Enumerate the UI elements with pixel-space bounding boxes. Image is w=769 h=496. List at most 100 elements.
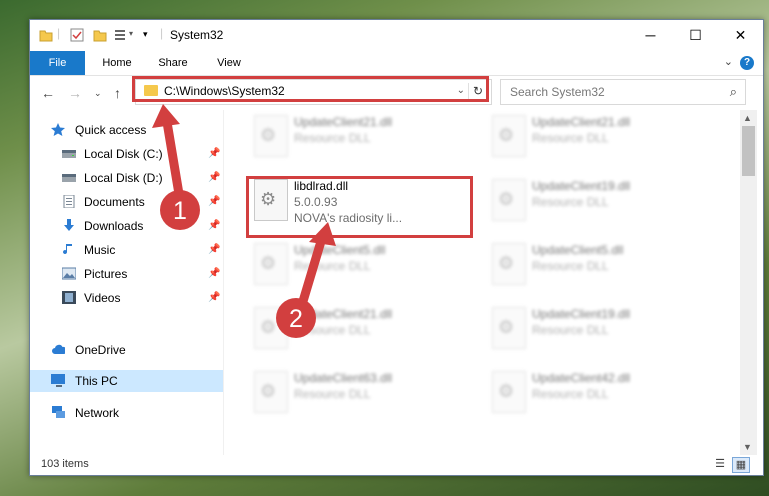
file-explorer-window: | ▾ ▾ | System32 ─ ☐ ✕ File Home Share V… [29, 19, 764, 476]
up-arrow-icon[interactable]: ↑ [114, 85, 121, 101]
minimize-button[interactable]: ─ [628, 20, 673, 51]
navigation-pane: Quick access Local Disk (C:) 📌 Local Dis… [30, 110, 223, 455]
tab-file[interactable]: File [30, 51, 85, 75]
sidebar-item-label: Downloads [84, 219, 144, 233]
sidebar-item-label: OneDrive [75, 343, 126, 357]
new-folder-icon[interactable] [93, 28, 107, 42]
computer-icon [51, 374, 65, 387]
file-name: UpdateClient21.dll [532, 115, 631, 129]
documents-icon [63, 195, 75, 208]
tab-home[interactable]: Home [92, 51, 142, 75]
quick-access-toolbar-dropdown-icon[interactable]: ▾ [143, 29, 148, 40]
file-name: UpdateClient63.dll [294, 371, 393, 385]
file-description: Resource DLL [294, 323, 371, 337]
pin-icon[interactable]: 📌 [208, 239, 220, 261]
file-description: Resource DLL [294, 387, 371, 401]
scroll-up-icon[interactable]: ▲ [743, 113, 752, 123]
forward-arrow-icon[interactable]: → [68, 85, 82, 101]
customize-toolbar-icon[interactable] [114, 28, 128, 42]
pin-icon[interactable]: 📌 [208, 143, 220, 165]
pin-icon[interactable]: 📌 [208, 191, 220, 213]
file-item[interactable]: ⚙ UpdateClient63.dll Resource DLL [244, 369, 464, 419]
sidebar-item-label: Network [75, 406, 120, 420]
file-description: Resource DLL [532, 195, 609, 209]
file-item[interactable]: ⚙ UpdateClient21.dll Resource DLL [244, 113, 464, 163]
pin-icon[interactable]: 📌 [208, 167, 220, 189]
file-item[interactable]: ⚙ UpdateClient5.dll Resource DLL [244, 241, 464, 291]
file-item-libdlrad[interactable]: ⚙ libdlrad.dll 5.0.0.93 NOVA's radiosity… [244, 177, 464, 227]
expand-ribbon-icon[interactable]: ⌄ [724, 55, 733, 68]
sidebar-item-quick-access[interactable]: Quick access [30, 119, 223, 141]
scroll-down-icon[interactable]: ▼ [743, 442, 752, 452]
search-box[interactable]: Search System32 ⌕ [500, 79, 746, 105]
sidebar-item-label: Documents [84, 195, 145, 209]
dll-file-icon: ⚙ [254, 115, 288, 157]
dll-file-icon: ⚙ [254, 243, 288, 285]
sidebar-item-label: Local Disk (C:) [84, 147, 163, 161]
file-name: UpdateClient21.dll [294, 307, 393, 321]
sidebar-item-local-disk-c[interactable]: Local Disk (C:) 📌 [30, 143, 223, 165]
search-icon[interactable]: ⌕ [730, 84, 737, 100]
file-item[interactable]: ⚙ UpdateClient19.dll Resource DLL [482, 177, 702, 227]
sidebar-item-local-disk-d[interactable]: Local Disk (D:) 📌 [30, 167, 223, 189]
videos-icon [62, 291, 76, 304]
dll-file-icon: ⚙ [492, 307, 526, 349]
file-name: libdlrad.dll [294, 179, 349, 193]
sidebar-item-network[interactable]: Network [30, 402, 223, 424]
drive-icon [62, 150, 76, 158]
help-button[interactable]: ? [740, 56, 754, 70]
sidebar-item-label: Music [84, 243, 116, 257]
pin-icon[interactable]: 📌 [208, 287, 220, 309]
address-path[interactable]: C:\Windows\System32 [164, 84, 285, 98]
sidebar-item-label: Pictures [84, 267, 128, 281]
recent-locations-icon[interactable]: ⌄ [94, 88, 102, 99]
file-description: Resource DLL [294, 259, 371, 273]
file-item[interactable]: ⚙ UpdateClient5.dll Resource DLL [482, 241, 702, 291]
properties-icon[interactable] [70, 28, 84, 42]
refresh-icon[interactable]: ↻ [468, 83, 487, 100]
file-description: Resource DLL [532, 259, 609, 273]
sidebar-item-this-pc[interactable]: This PC [30, 370, 223, 392]
scrollbar-thumb[interactable] [742, 126, 755, 176]
maximize-button[interactable]: ☐ [673, 20, 718, 51]
sidebar-item-music[interactable]: Music 📌 [30, 239, 223, 261]
chevron-down-icon[interactable]: ▾ [129, 29, 133, 38]
folder-icon [39, 30, 53, 42]
file-item[interactable]: ⚙ UpdateClient19.dll Resource DLL [482, 305, 702, 355]
dll-file-icon: ⚙ [492, 179, 526, 221]
pin-icon[interactable]: 📌 [208, 263, 220, 285]
sidebar-item-downloads[interactable]: Downloads 📌 [30, 215, 223, 237]
dll-file-icon: ⚙ [492, 243, 526, 285]
star-icon [51, 123, 65, 136]
file-description: NOVA's radiosity li... [294, 211, 403, 225]
tab-share[interactable]: Share [148, 51, 198, 75]
sidebar-item-label: Local Disk (D:) [84, 171, 163, 185]
sidebar-item-onedrive[interactable]: OneDrive [30, 339, 223, 361]
address-row: ← → ⌄ ↑ C:\Windows\System32 ⌄ ↻ Search S… [30, 76, 763, 110]
sidebar-item-pictures[interactable]: Pictures 📌 [30, 263, 223, 285]
vertical-scrollbar[interactable]: ▲ ▼ [740, 110, 757, 455]
music-icon [63, 244, 72, 255]
address-bar[interactable]: C:\Windows\System32 ⌄ ↻ [135, 79, 492, 105]
dll-file-icon: ⚙ [492, 371, 526, 413]
details-view-icon[interactable]: ☰ [712, 457, 728, 471]
file-list: ⚙ UpdateClient21.dll Resource DLL ⚙ libd… [224, 110, 740, 455]
file-item[interactable]: ⚙ UpdateClient21.dll Resource DLL [482, 113, 702, 163]
file-item[interactable]: ⚙ UpdateClient42.dll Resource DLL [482, 369, 702, 419]
back-arrow-icon[interactable]: ← [41, 85, 55, 101]
ribbon-tabs: File Home Share View ⌄ ? [30, 51, 763, 76]
tab-view[interactable]: View [204, 51, 254, 75]
item-count: 103 items [41, 458, 89, 470]
large-icons-view-icon[interactable]: ▦ [732, 457, 750, 473]
file-item[interactable]: ⚙ UpdateClient21.dll Resource DLL [244, 305, 464, 355]
close-button[interactable]: ✕ [718, 20, 763, 51]
address-dropdown-icon[interactable]: ⌄ [457, 85, 465, 96]
file-name: UpdateClient19.dll [532, 307, 631, 321]
separator: | [160, 26, 164, 40]
sidebar-item-videos[interactable]: Videos 📌 [30, 287, 223, 309]
file-description: Resource DLL [294, 131, 371, 145]
pictures-icon [62, 267, 76, 280]
pin-icon[interactable]: 📌 [208, 215, 220, 237]
sidebar-item-documents[interactable]: Documents 📌 [30, 191, 223, 213]
file-name: UpdateClient19.dll [532, 179, 631, 193]
